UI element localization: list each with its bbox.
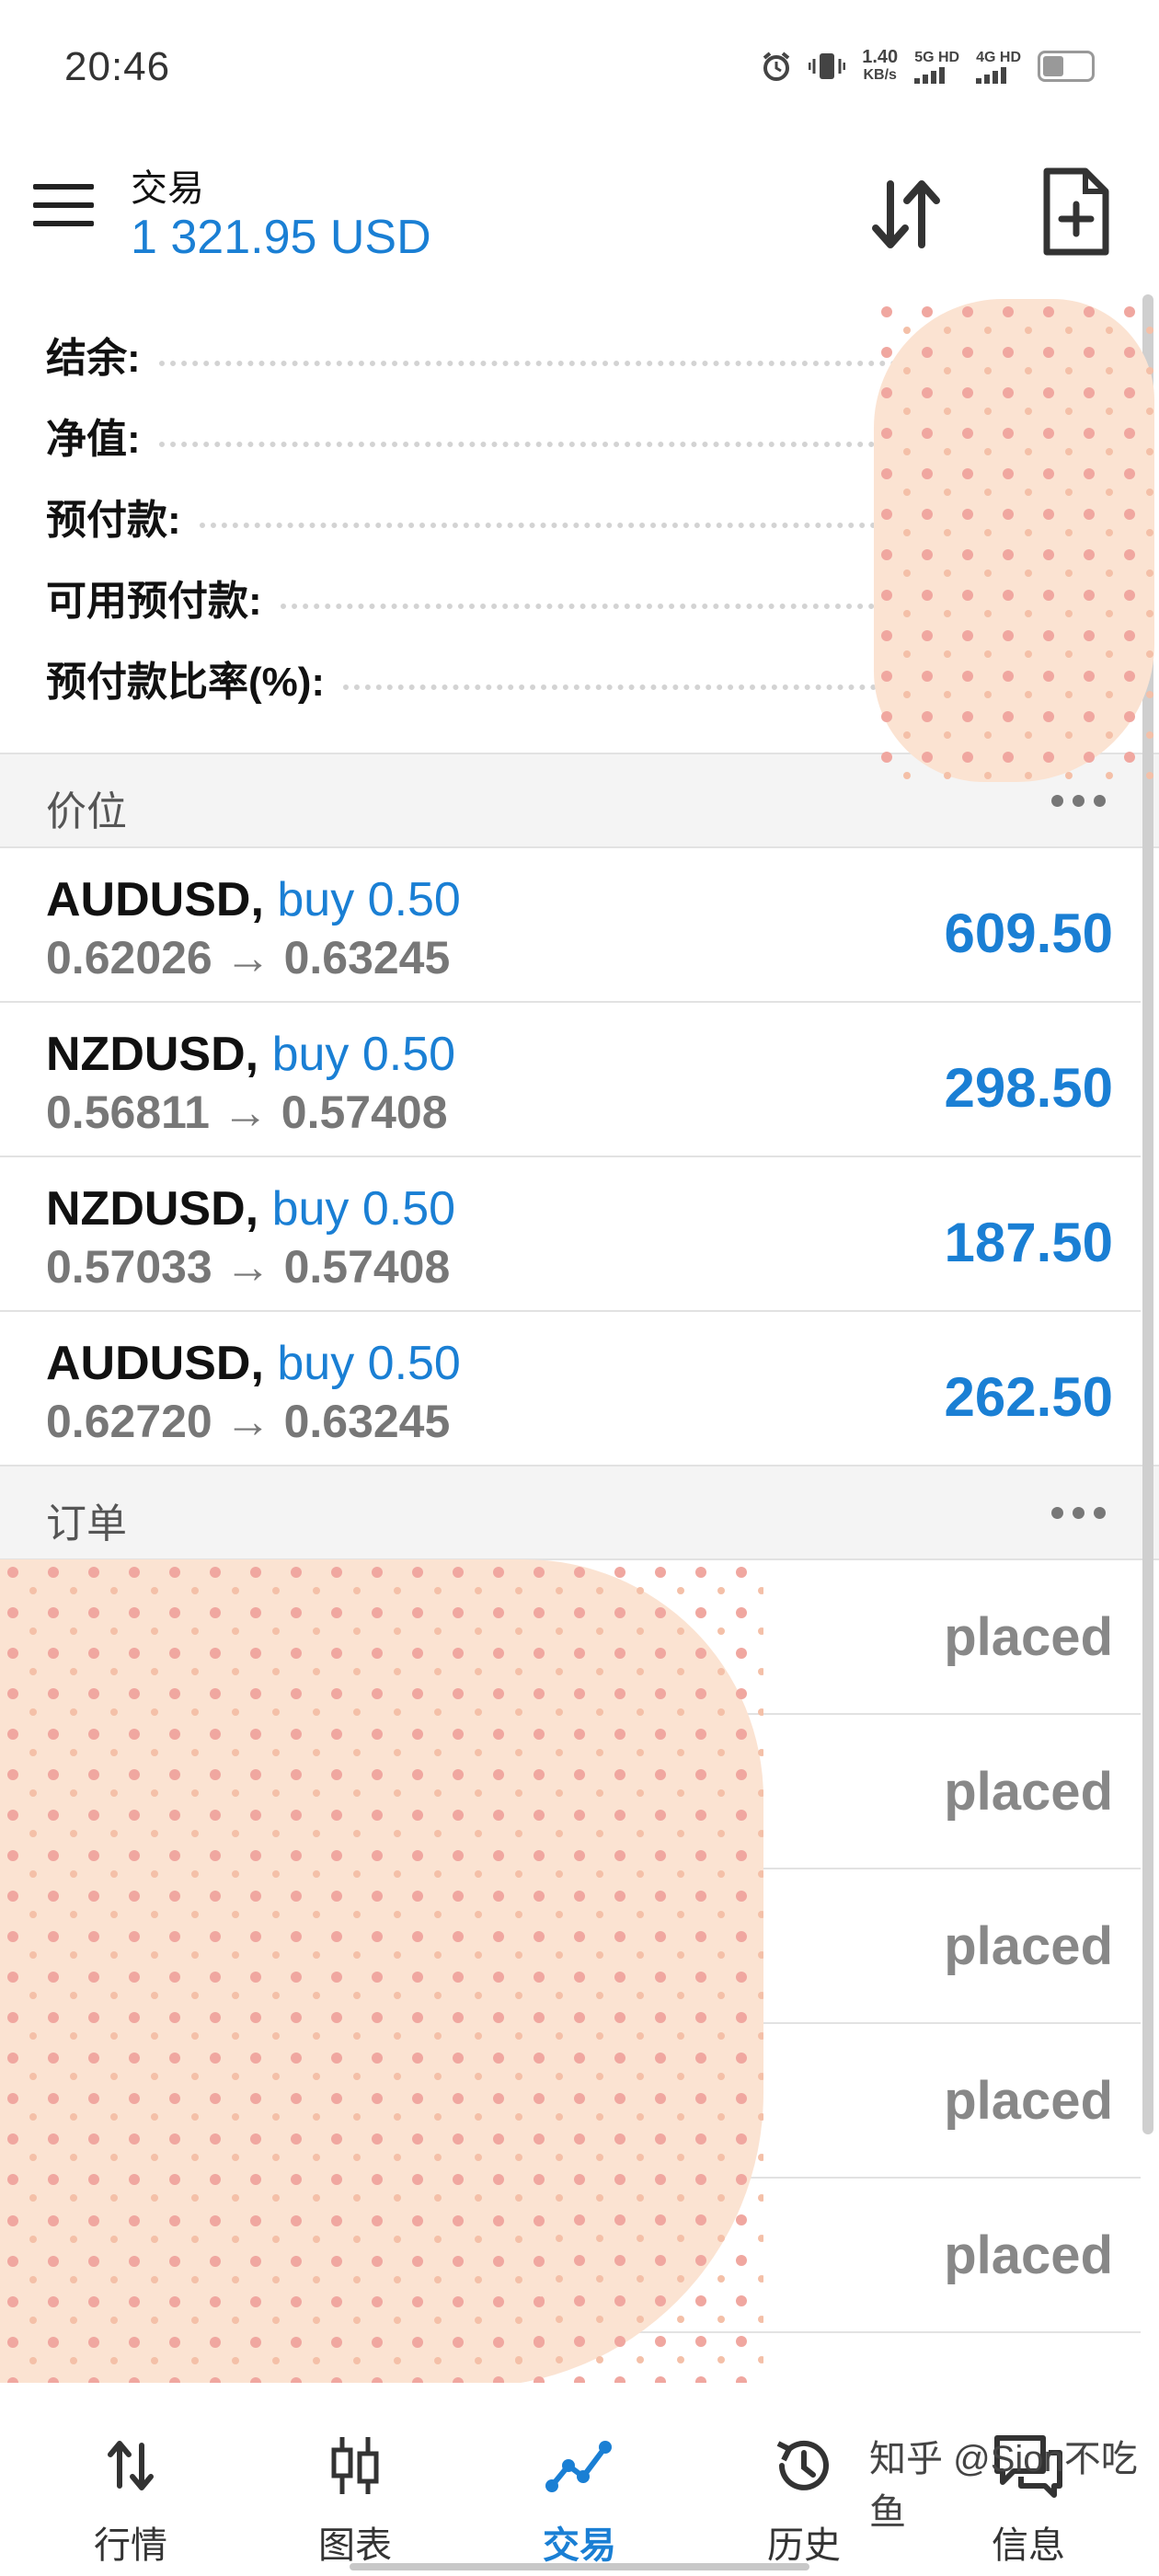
open-price: 0.56811 — [46, 1087, 210, 1138]
order-status: placed — [944, 1607, 1113, 1667]
current-price: 0.63245 — [283, 1396, 451, 1447]
quotes-icon — [108, 2441, 154, 2490]
nav-history-label: 历史 — [767, 2525, 841, 2566]
status-time: 20:46 — [64, 44, 171, 89]
network-speed: 1.40 KB/s — [862, 47, 899, 83]
candlestick-icon — [331, 2437, 379, 2494]
app-header: 交易 1 321.95 USD — [0, 138, 1159, 294]
status-bar: 20:46 1.40 KB/s 5G HD 4G HD — [0, 0, 1159, 138]
open-price: 0.62026 — [46, 932, 212, 983]
new-order-icon[interactable] — [1039, 166, 1113, 258]
position-side: buy 0.50 — [271, 1028, 456, 1081]
positions-title: 价位 — [46, 789, 127, 834]
position-symbol: AUDUSD, — [46, 1337, 264, 1390]
orders-title: 订单 — [46, 1501, 127, 1547]
position-profit: 187.50 — [944, 1212, 1113, 1273]
position-symbol: NZDUSD, — [46, 1028, 259, 1081]
arrow-icon: → — [224, 1241, 271, 1293]
nav-quotes-label: 行情 — [94, 2525, 167, 2566]
more-icon[interactable] — [1051, 1507, 1106, 1519]
nav-quotes[interactable]: 行情 — [48, 2429, 213, 2569]
current-price: 0.63245 — [283, 932, 451, 983]
position-profit: 609.50 — [944, 903, 1113, 964]
balance-label: 结余: — [46, 336, 141, 381]
arrow-icon: → — [222, 1087, 269, 1138]
history-icon — [776, 2440, 829, 2490]
position-symbol: AUDUSD, — [46, 873, 264, 926]
status-icons: 1.40 KB/s 5G HD 4G HD — [761, 48, 1095, 85]
nav-chart[interactable]: 图表 — [272, 2429, 438, 2569]
account-balance: 1 321.95 USD — [131, 211, 431, 264]
nav-trade-label: 交易 — [543, 2525, 616, 2566]
orders-section-header: 订单 — [0, 1465, 1159, 1560]
menu-button[interactable] — [33, 184, 94, 239]
position-row[interactable]: NZDUSD, buy 0.50 0.57033 → 0.57408 187.5… — [0, 1156, 1141, 1312]
signal-5g: 5G HD — [914, 49, 959, 84]
nav-chart-label: 图表 — [318, 2525, 392, 2566]
open-price: 0.62720 — [46, 1396, 212, 1447]
current-price: 0.57408 — [283, 1241, 451, 1293]
nav-trade[interactable]: 交易 — [497, 2429, 662, 2569]
nav-history[interactable]: 历史 — [721, 2429, 887, 2569]
open-price: 0.57033 — [46, 1241, 212, 1293]
margin-level-label: 预付款比率(%): — [46, 660, 326, 705]
position-row[interactable]: AUDUSD, buy 0.50 0.62720 → 0.63245 262.5… — [0, 1310, 1141, 1466]
current-price: 0.57408 — [281, 1087, 448, 1138]
signal-bars-icon — [914, 67, 959, 84]
vibrate-icon — [809, 53, 846, 79]
order-status: placed — [944, 2071, 1113, 2131]
arrow-icon: → — [224, 932, 271, 983]
position-profit: 298.50 — [944, 1057, 1113, 1119]
alarm-icon — [763, 52, 790, 81]
position-side: buy 0.50 — [277, 1337, 461, 1390]
battery-icon — [1038, 51, 1095, 82]
order-status: placed — [944, 2225, 1113, 2285]
signal-bars-icon — [976, 67, 1021, 84]
redaction-overlay — [874, 299, 1154, 782]
trade-icon — [545, 2441, 612, 2492]
position-row[interactable]: AUDUSD, buy 0.50 0.62026 → 0.63245 609.5… — [0, 846, 1141, 1003]
margin-label: 预付款: — [46, 498, 181, 543]
signal-4g: 4G HD — [976, 49, 1021, 84]
watermark: 知乎 @Sion不吃鱼 — [869, 2439, 1138, 2533]
position-side: buy 0.50 — [277, 873, 461, 926]
free-margin-label: 可用预付款: — [46, 579, 262, 624]
sort-icon[interactable] — [865, 173, 947, 256]
home-indicator[interactable] — [350, 2563, 809, 2570]
position-profit: 262.50 — [944, 1366, 1113, 1428]
position-symbol: NZDUSD, — [46, 1182, 259, 1236]
order-status: placed — [944, 1916, 1113, 1976]
page-title: 交易 — [131, 168, 204, 209]
arrow-icon: → — [224, 1396, 271, 1447]
more-icon[interactable] — [1051, 795, 1106, 807]
order-status: placed — [944, 1762, 1113, 1822]
position-side: buy 0.50 — [271, 1182, 456, 1236]
position-row[interactable]: NZDUSD, buy 0.50 0.56811 → 0.57408 298.5… — [0, 1001, 1141, 1157]
equity-label: 净值: — [46, 417, 141, 462]
